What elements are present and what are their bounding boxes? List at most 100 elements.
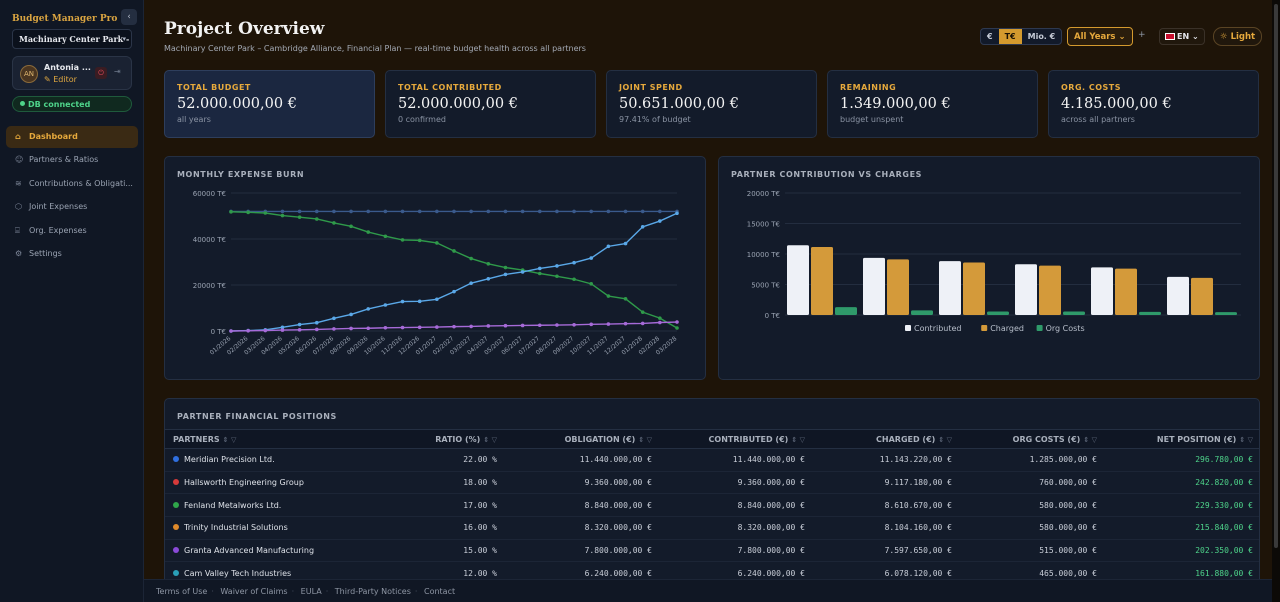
add-button[interactable]: +	[1138, 30, 1146, 40]
column-header-net-position[interactable]: NET POSITION (€) ⇕ ▽	[1105, 429, 1259, 449]
bar[interactable]	[911, 310, 933, 315]
data-point[interactable]	[314, 217, 319, 221]
data-point[interactable]	[400, 238, 405, 242]
sort-icon[interactable]: ⇕ ▽	[938, 436, 952, 444]
unit-option-teur[interactable]: T€	[998, 29, 1022, 44]
sidebar-item-settings[interactable]: ⚙ Settings	[6, 243, 138, 265]
column-header-ratio[interactable]: RATIO (%) ⇕ ▽	[385, 429, 505, 449]
power-icon[interactable]: ⏻	[95, 67, 107, 79]
bar[interactable]	[787, 245, 809, 315]
data-point[interactable]	[675, 320, 679, 324]
data-point[interactable]	[297, 215, 302, 219]
data-point[interactable]	[297, 322, 302, 327]
footer-link-contact[interactable]: Contact	[424, 587, 455, 596]
table-row[interactable]: Hallsworth Engineering Group 18.00 % 9.360…	[165, 471, 1259, 495]
data-point[interactable]	[640, 321, 645, 326]
sidebar-item-contributions[interactable]: ≋ Contributions & Obligati...	[6, 173, 138, 195]
bar[interactable]	[863, 257, 885, 315]
bar[interactable]	[963, 262, 985, 315]
data-point[interactable]	[435, 297, 439, 302]
column-header-charged[interactable]: CHARGED (€) ⇕ ▽	[813, 429, 960, 449]
data-point[interactable]	[417, 209, 422, 214]
data-point[interactable]	[469, 209, 473, 214]
data-point[interactable]	[332, 221, 336, 225]
data-point[interactable]	[606, 244, 611, 249]
bar[interactable]	[835, 307, 857, 315]
data-point[interactable]	[314, 320, 319, 325]
data-point[interactable]	[658, 219, 662, 223]
sort-icon[interactable]: ⇕ ▽	[223, 436, 237, 444]
data-point[interactable]	[349, 209, 353, 214]
bar[interactable]	[811, 247, 833, 315]
data-point[interactable]	[623, 297, 628, 301]
data-point[interactable]	[280, 328, 285, 332]
data-point[interactable]	[589, 322, 594, 327]
data-point[interactable]	[503, 323, 508, 328]
footer-link-terms[interactable]: Terms of Use	[156, 587, 207, 596]
sort-icon[interactable]: ⇕ ▽	[791, 436, 805, 444]
data-point[interactable]	[623, 241, 628, 246]
data-point[interactable]	[640, 225, 645, 229]
theme-toggle-button[interactable]: ☼ Light	[1213, 27, 1263, 46]
column-header-obligation[interactable]: OBLIGATION (€) ⇕ ▽	[505, 429, 660, 449]
data-point[interactable]	[452, 249, 456, 253]
data-point[interactable]	[537, 323, 542, 328]
data-point[interactable]	[297, 209, 302, 214]
footer-link-eula[interactable]: EULA	[301, 587, 322, 596]
data-point[interactable]	[246, 328, 250, 333]
data-point[interactable]	[366, 230, 371, 234]
data-point[interactable]	[452, 289, 456, 294]
unit-option-eur[interactable]: €	[981, 29, 999, 44]
data-point[interactable]	[658, 316, 662, 320]
bar[interactable]	[939, 261, 961, 315]
data-point[interactable]	[589, 282, 594, 286]
table-row[interactable]: Meridian Precision Ltd. 22.00 % 11.440.000…	[165, 448, 1259, 472]
data-point[interactable]	[280, 213, 285, 218]
scrollbar-thumb[interactable]	[1274, 4, 1278, 548]
column-header-partners[interactable]: PARTNERS ⇕ ▽	[165, 429, 385, 449]
language-select[interactable]: EN ⌄	[1159, 28, 1205, 45]
footer-link-waiver[interactable]: Waiver of Claims	[220, 587, 287, 596]
data-point[interactable]	[435, 241, 439, 245]
data-point[interactable]	[606, 322, 611, 326]
sort-icon[interactable]: ⇕ ▽	[1083, 436, 1097, 444]
bar[interactable]	[1215, 312, 1237, 315]
sidebar-item-dashboard[interactable]: ⌂ Dashboard	[6, 126, 138, 148]
data-point[interactable]	[537, 271, 542, 276]
bar[interactable]	[1115, 268, 1137, 315]
data-point[interactable]	[486, 209, 491, 214]
data-point[interactable]	[640, 209, 645, 214]
bar[interactable]	[1039, 265, 1061, 315]
data-point[interactable]	[469, 324, 473, 329]
data-point[interactable]	[555, 323, 559, 327]
data-point[interactable]	[349, 326, 353, 331]
table-row[interactable]: Fenland Metalworks Ltd. 17.00 % 8.840.000,…	[165, 493, 1259, 518]
data-point[interactable]	[417, 238, 422, 243]
column-header-org-costs[interactable]: ORG COSTS (€) ⇕ ▽	[960, 429, 1105, 449]
data-point[interactable]	[263, 328, 268, 333]
legend-label[interactable]: Org Costs	[1046, 324, 1085, 333]
data-point[interactable]	[452, 324, 456, 329]
legend-label[interactable]: Contributed	[914, 324, 961, 333]
data-point[interactable]	[469, 281, 473, 285]
bar[interactable]	[1091, 267, 1113, 315]
data-point[interactable]	[332, 209, 336, 214]
sort-icon[interactable]: ⇕ ▽	[1239, 436, 1253, 444]
data-point[interactable]	[229, 210, 233, 214]
data-point[interactable]	[332, 316, 336, 321]
data-point[interactable]	[314, 209, 319, 214]
data-point[interactable]	[400, 299, 405, 304]
sort-icon[interactable]: ⇕ ▽	[483, 436, 497, 444]
data-point[interactable]	[349, 224, 353, 229]
data-point[interactable]	[246, 210, 250, 215]
data-point[interactable]	[623, 209, 628, 214]
data-point[interactable]	[383, 234, 388, 239]
data-point[interactable]	[280, 209, 285, 214]
bar[interactable]	[1191, 277, 1213, 315]
data-point[interactable]	[503, 265, 508, 270]
data-point[interactable]	[555, 209, 559, 214]
data-point[interactable]	[486, 262, 491, 266]
data-point[interactable]	[606, 209, 611, 214]
data-point[interactable]	[383, 303, 388, 307]
sidebar-item-partners[interactable]: ☺ Partners & Ratios	[6, 149, 138, 171]
